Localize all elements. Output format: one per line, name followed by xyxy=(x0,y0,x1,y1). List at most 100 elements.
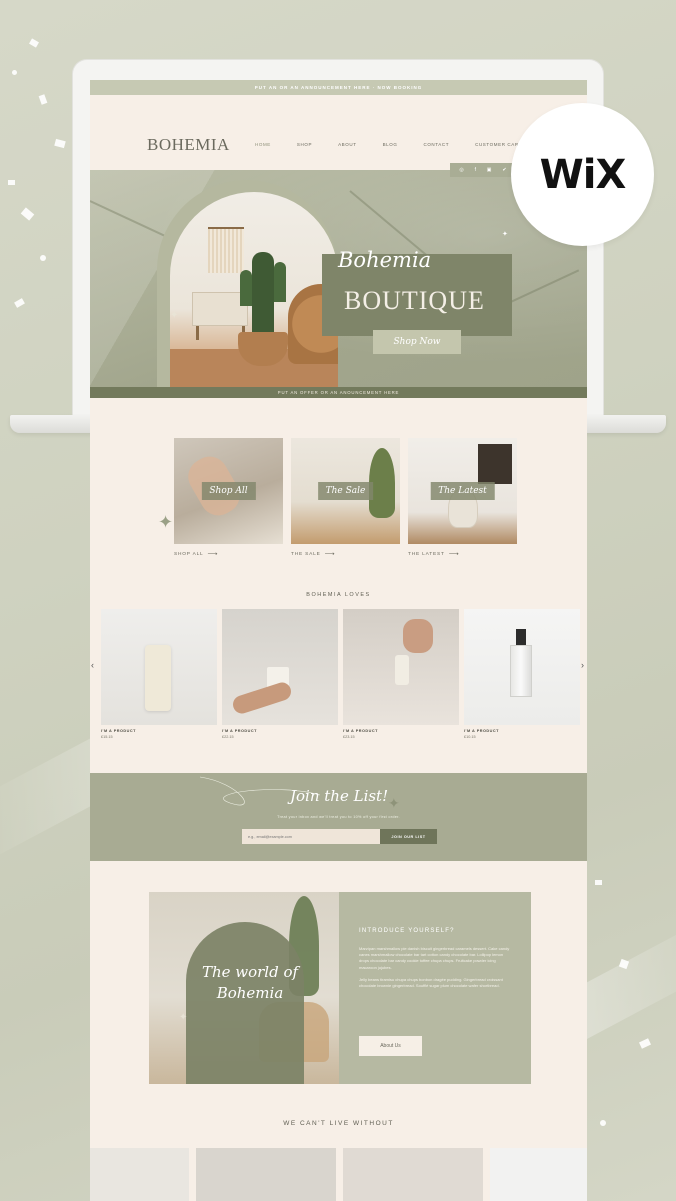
category-link[interactable]: THE LATEST ⟶ xyxy=(408,550,517,558)
category-link[interactable]: SHOP ALL ⟶ xyxy=(174,550,283,558)
product-image[interactable] xyxy=(343,1148,483,1201)
product-image[interactable] xyxy=(90,1148,189,1201)
category-link-label: SHOP ALL xyxy=(174,551,204,557)
product-name: I'M A PRODUCT xyxy=(464,729,499,733)
category-image: Shop All xyxy=(174,438,283,544)
terrazzo-fleck xyxy=(38,94,48,105)
product-name: I'M A PRODUCT xyxy=(222,729,257,733)
nav-item-home[interactable]: HOME xyxy=(255,142,271,147)
nav-item-contact[interactable]: CONTACT xyxy=(423,142,449,147)
cactus xyxy=(252,252,274,342)
bottom-product-row xyxy=(90,1148,587,1201)
product-card[interactable]: I'M A PRODUCT £22.15 xyxy=(222,609,338,739)
perfume-bottle xyxy=(510,645,532,697)
hand-decoration xyxy=(403,619,433,653)
product-card[interactable]: I'M A PRODUCT £15.15 xyxy=(101,609,217,739)
category-card[interactable]: Shop All SHOP ALL ⟶ xyxy=(174,438,283,558)
nav-links: HOME SHOP ABOUT BLOG CONTACT CUSTOMER CA… xyxy=(255,142,548,147)
category-grid: Shop All SHOP ALL ⟶ The Sale THE SALE ⟶ Th… xyxy=(174,438,517,558)
cactus-arm xyxy=(274,262,286,302)
terrazzo-fleck xyxy=(638,1038,652,1049)
product-price: £10.15 xyxy=(464,735,476,739)
hero-script: Bohemia xyxy=(338,248,432,272)
dresser-leg xyxy=(196,326,199,340)
product-name: I'M A PRODUCT xyxy=(343,729,378,733)
newsletter-subtitle: Treat your inbox and we'll treat you to … xyxy=(277,815,400,819)
category-image: The Sale xyxy=(291,438,400,544)
product-price: £22.15 xyxy=(222,735,234,739)
terrazzo-fleck xyxy=(8,180,15,185)
announcement-bar: PUT AN OR AN ANNOUNCEMENT HERE · NOW BOO… xyxy=(90,80,587,95)
terrazzo-fleck xyxy=(29,38,39,48)
terrazzo-fleck xyxy=(600,1120,606,1126)
product-card[interactable]: I'M A PRODUCT £10.15 xyxy=(464,609,580,739)
cactus-arm xyxy=(240,270,252,306)
shop-now-button[interactable]: Shop Now xyxy=(373,330,461,354)
category-label: Shop All xyxy=(201,482,256,500)
section-title-cant-live-without: WE CAN'T LIVE WITHOUT xyxy=(283,1120,394,1127)
sparkle-icon: ✦ xyxy=(170,310,179,321)
category-link-label: THE SALE xyxy=(291,551,321,557)
cream-tube xyxy=(145,645,171,711)
intro-text-panel: INTRODUCE YOURSELF? Marzipan marshmallow… xyxy=(339,892,531,1084)
sparkle-icon: ✦ xyxy=(502,231,508,238)
dropper-bottle xyxy=(395,655,409,685)
twitter-icon[interactable]: ✔ xyxy=(502,167,506,173)
category-image: The Latest xyxy=(408,438,517,544)
intro-paragraph: Jelly beans tiramisu chupa chups bonbon … xyxy=(359,976,503,988)
intro-heading: INTRODUCE YOURSELF? xyxy=(359,928,455,934)
sparkle-icon: ✦ xyxy=(388,795,400,811)
nav-item-blog[interactable]: BLOG xyxy=(383,142,398,147)
terrazzo-fleck xyxy=(595,880,602,885)
terrazzo-fleck xyxy=(14,298,25,308)
product-price: £15.15 xyxy=(101,735,113,739)
category-card[interactable]: The Sale THE SALE ⟶ xyxy=(291,438,400,558)
arrow-right-icon: ⟶ xyxy=(324,551,336,558)
email-input[interactable] xyxy=(242,829,380,844)
site-logo[interactable]: BOHEMIA xyxy=(147,135,230,155)
pinterest-icon[interactable]: ▣ xyxy=(487,167,492,173)
product-image[interactable] xyxy=(490,1148,587,1201)
instagram-icon[interactable]: ◎ xyxy=(459,167,463,173)
hero-banner: Bohemia BOUTIQUE Shop Now ✦ ✦ xyxy=(90,170,587,387)
newsletter-script: Join the List! xyxy=(290,787,389,805)
carousel-prev-arrow[interactable]: ‹ xyxy=(91,660,94,670)
product-image xyxy=(464,609,580,725)
product-image xyxy=(101,609,217,725)
product-image[interactable] xyxy=(196,1148,336,1201)
perfume-cap xyxy=(516,629,526,645)
nav-item-shop[interactable]: SHOP xyxy=(297,142,312,147)
macrame-wall-hanging xyxy=(208,227,244,273)
category-link-label: THE LATEST xyxy=(408,551,445,557)
category-card[interactable]: The Latest THE LATEST ⟶ xyxy=(408,438,517,558)
intro-paragraph: Marzipan marshmallow pie danish biscuit … xyxy=(359,946,510,970)
nav-item-customer-care[interactable]: CUSTOMER CARE xyxy=(475,142,522,147)
website-mockup: PUT AN OR AN ANNOUNCEMENT HERE · NOW BOO… xyxy=(90,80,587,1201)
category-label: The Sale xyxy=(317,482,374,500)
arrow-right-icon: ⟶ xyxy=(448,551,460,558)
offer-bar: PUT AN OFFER OR AN ANOUNCEMENT HERE xyxy=(90,387,587,398)
terrazzo-fleck xyxy=(40,255,46,261)
carousel-next-arrow[interactable]: › xyxy=(581,660,584,670)
intro-script: The world of Bohemia xyxy=(201,963,299,1002)
sparkle-icon: ✦ xyxy=(158,512,174,532)
terrazzo-fleck xyxy=(618,958,630,970)
intro-section: The world of Bohemia ✦ INTRODUCE YOURSEL… xyxy=(149,892,531,1084)
facebook-icon[interactable]: f xyxy=(475,167,476,173)
newsletter-section: Join the List! ✦ Treat your inbox and we… xyxy=(90,773,587,861)
hand-decoration xyxy=(230,680,294,716)
category-link[interactable]: THE SALE ⟶ xyxy=(291,550,400,558)
sparkle-icon: ✦ xyxy=(179,1012,188,1023)
about-us-button[interactable]: About Us xyxy=(359,1036,422,1056)
wix-logo-badge: WiX xyxy=(511,103,654,246)
hero-photo xyxy=(170,192,338,387)
terrazzo-fleck xyxy=(54,138,66,149)
join-list-button[interactable]: JOIN OUR LIST xyxy=(380,829,437,844)
terrazzo-fleck xyxy=(12,70,17,75)
product-carousel: I'M A PRODUCT £15.15 I'M A PRODUCT £22.1… xyxy=(101,609,580,739)
product-card[interactable]: I'M A PRODUCT £23.15 xyxy=(343,609,459,739)
product-image xyxy=(222,609,338,725)
arrow-right-icon: ⟶ xyxy=(207,551,219,558)
product-name: I'M A PRODUCT xyxy=(101,729,136,733)
nav-item-about[interactable]: ABOUT xyxy=(338,142,357,147)
